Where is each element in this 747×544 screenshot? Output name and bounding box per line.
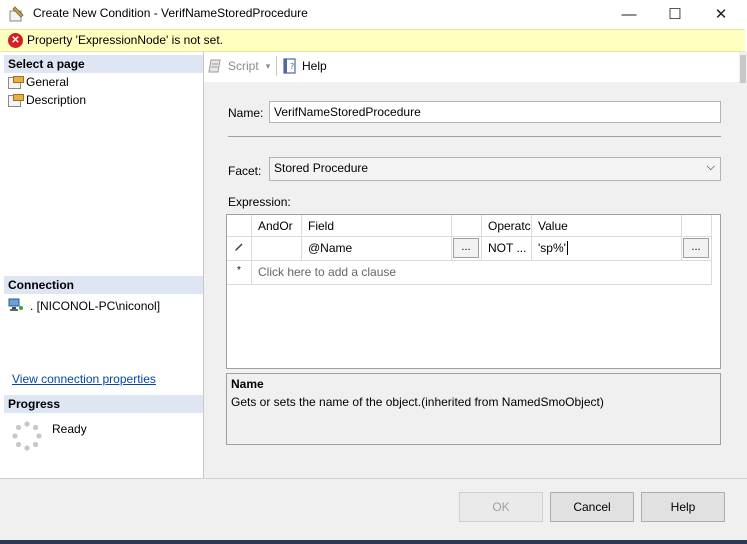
column-header-andor[interactable]: AndOr	[252, 215, 302, 237]
warning-bar: ✕ Property 'ExpressionNode' is not set.	[0, 29, 745, 52]
view-connection-properties-link[interactable]: View connection properties	[12, 372, 156, 386]
page-item-label: Description	[26, 93, 87, 107]
field-ellipsis-button[interactable]: ...	[453, 238, 479, 258]
minimize-icon[interactable]: —	[606, 0, 652, 28]
row-edit-pencil-icon[interactable]	[227, 237, 252, 261]
value-text: 'sp%'	[538, 241, 566, 255]
maximize-icon[interactable]: ☐	[652, 0, 698, 28]
cancel-button[interactable]: Cancel	[550, 492, 634, 522]
chevron-down-icon[interactable]: ⌵	[707, 161, 715, 174]
script-button[interactable]: Script ▾	[208, 58, 270, 74]
window-bottom-edge	[0, 540, 747, 544]
description-title: Name	[231, 377, 264, 391]
value-cell[interactable]: 'sp%'	[532, 237, 682, 261]
select-page-header: Select a page	[4, 55, 203, 73]
expression-label: Expression:	[228, 195, 291, 209]
field-cell[interactable]: @Name	[302, 237, 452, 261]
name-input[interactable]: VerifNameStoredProcedure	[269, 101, 721, 123]
column-header-value[interactable]: Value	[532, 215, 682, 237]
add-clause-row[interactable]: Click here to add a clause	[252, 261, 712, 285]
page-wrench-icon	[8, 76, 24, 89]
expression-grid[interactable]: AndOr Field Operatc Value @Name ... NOT …	[226, 214, 721, 369]
help-book-icon: ?	[283, 58, 296, 74]
page-item-label: General	[26, 75, 69, 89]
page-wrench-icon	[8, 94, 24, 107]
progress-spinner-icon	[12, 421, 42, 451]
progress-header: Progress	[4, 395, 203, 413]
operator-cell[interactable]: NOT ...	[482, 237, 532, 261]
value-ellipsis-button[interactable]: ...	[683, 238, 709, 258]
help-label: Help	[302, 59, 327, 73]
connection-header: Connection	[4, 276, 203, 294]
description-text: Gets or sets the name of the object.(inh…	[231, 395, 604, 409]
svg-text:?: ?	[290, 62, 294, 71]
chevron-down-icon[interactable]: ▾	[266, 61, 271, 72]
left-panel	[0, 52, 204, 478]
column-header-value-button	[682, 215, 712, 237]
script-icon	[208, 59, 221, 73]
name-label: Name:	[228, 106, 264, 120]
scrollbar-thumb[interactable]	[740, 55, 746, 83]
server-connection-icon	[8, 298, 23, 311]
help-button[interactable]: Help	[641, 492, 725, 522]
error-icon: ✕	[8, 33, 23, 48]
page-item-description[interactable]: Description	[8, 93, 86, 107]
facet-label: Facet:	[228, 164, 262, 178]
facet-select[interactable]: Stored Procedure ⌵	[269, 157, 721, 181]
help-toolbar-button[interactable]: ? Help	[282, 58, 327, 74]
divider	[228, 136, 721, 137]
progress-status: Ready	[52, 422, 87, 436]
field-cell-wrap: ...	[452, 237, 482, 261]
facet-value: Stored Procedure	[274, 161, 369, 175]
condition-wrench-icon	[9, 6, 24, 22]
ok-button[interactable]: OK	[459, 492, 543, 522]
row-header-corner	[227, 215, 252, 237]
value-cell-wrap: ...	[682, 237, 712, 261]
script-label: Script	[228, 59, 259, 73]
column-header-operator[interactable]: Operatc	[482, 215, 532, 237]
text-cursor	[566, 241, 568, 255]
toolbar-separator	[276, 56, 277, 76]
andor-cell[interactable]	[252, 237, 302, 261]
new-row-marker: *	[227, 261, 252, 285]
page-item-general[interactable]: General	[8, 75, 69, 89]
warning-text: Property 'ExpressionNode' is not set.	[27, 33, 224, 47]
close-icon[interactable]: ✕	[698, 0, 744, 28]
column-header-field[interactable]: Field	[302, 215, 452, 237]
scrollbar[interactable]	[739, 52, 747, 478]
left-bottom-area	[0, 478, 204, 541]
property-description-panel: Name Gets or sets the name of the object…	[226, 373, 721, 445]
column-header-field-button	[452, 215, 482, 237]
connection-text: . [NICONOL-PC\niconol]	[30, 299, 161, 313]
window-title: Create New Condition - VerifNameStoredPr…	[33, 6, 308, 20]
